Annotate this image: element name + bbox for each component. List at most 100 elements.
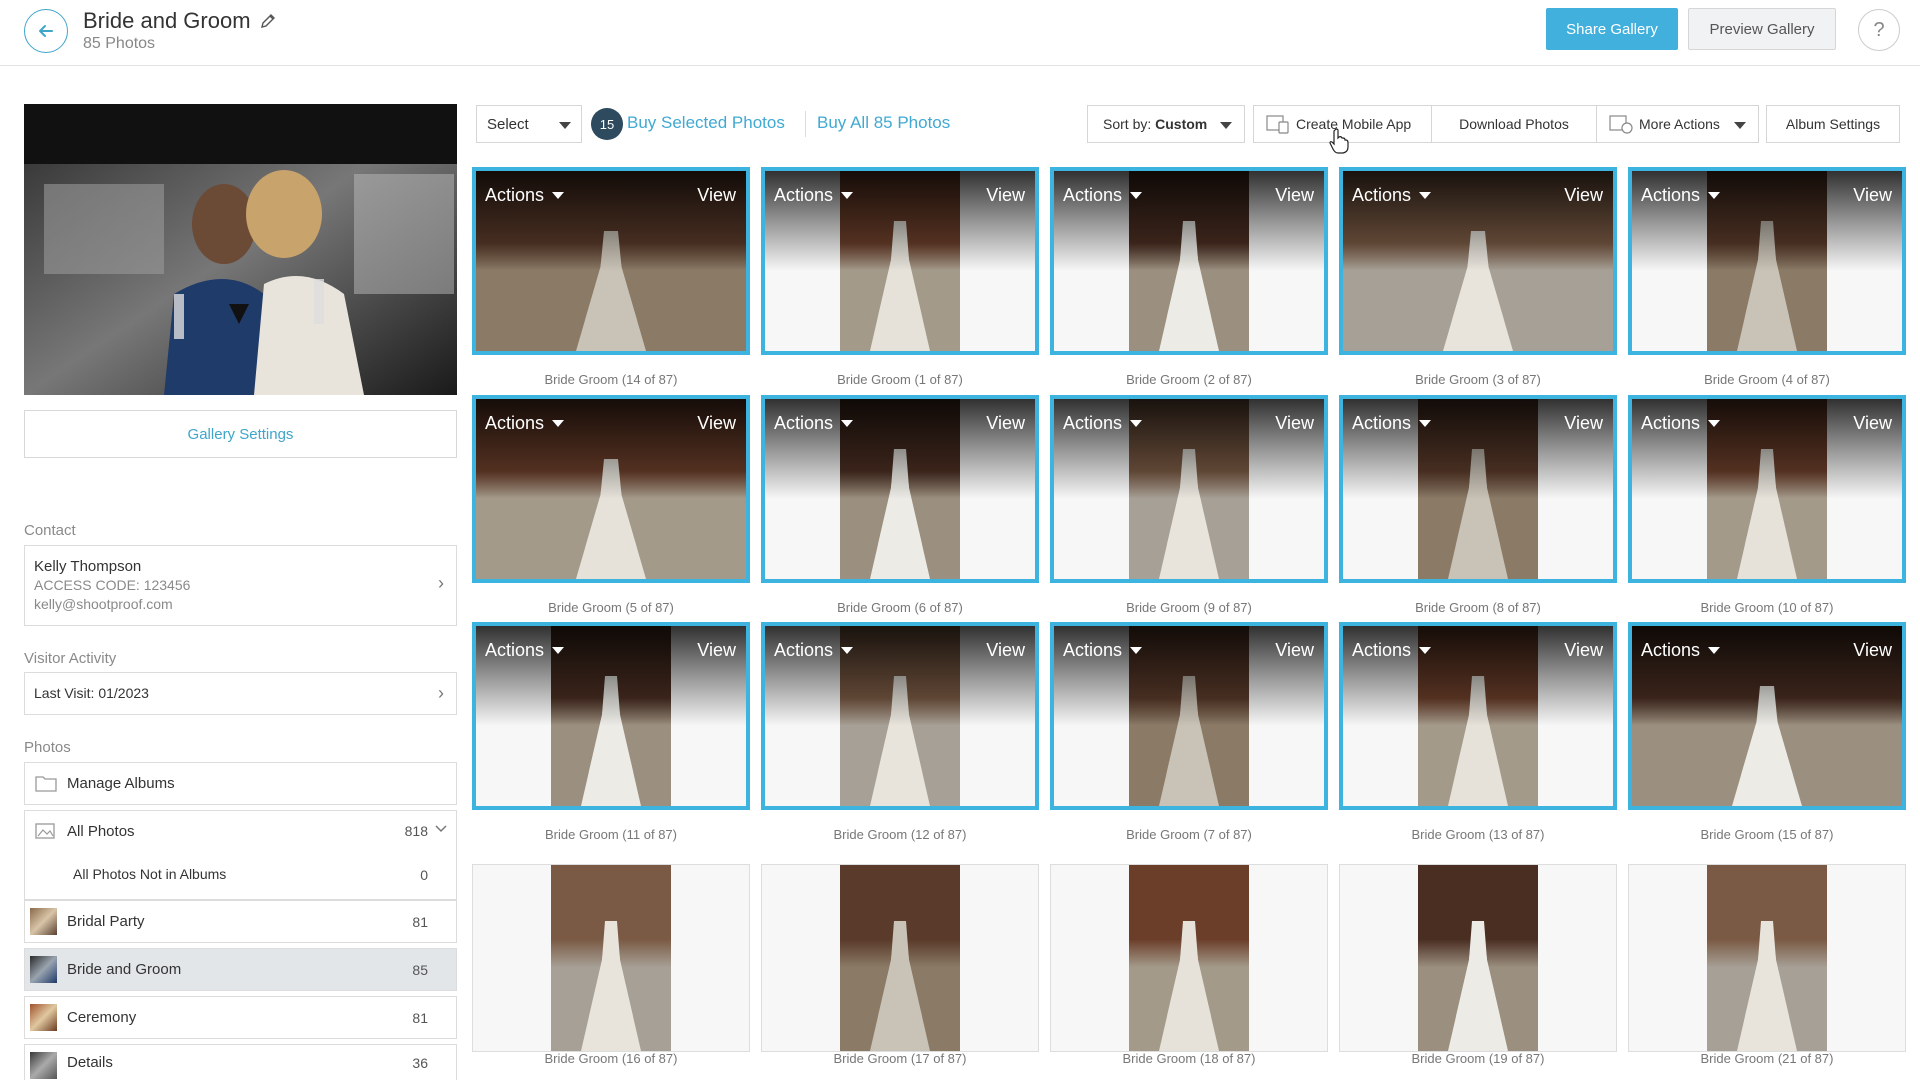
photo-caption: Bride Groom (7 of 87) xyxy=(1126,827,1252,842)
photo-tile[interactable]: Actions View xyxy=(1339,395,1617,583)
photo-tile[interactable] xyxy=(1339,864,1617,1052)
photo-tile[interactable]: Actions View xyxy=(472,395,750,583)
photo-caption: Bride Groom (3 of 87) xyxy=(1415,372,1541,387)
more-actions-icon xyxy=(1609,115,1633,134)
photo-view-link[interactable]: View xyxy=(986,640,1025,661)
photo-image xyxy=(840,865,960,1051)
more-actions-dropdown[interactable]: More Actions xyxy=(1596,105,1759,143)
photo-actions-dropdown[interactable]: Actions xyxy=(774,640,854,661)
photo-tile[interactable] xyxy=(1050,864,1328,1052)
caret-down-icon xyxy=(841,192,854,199)
photo-tile[interactable]: Actions View xyxy=(1339,622,1617,810)
photo-tile[interactable] xyxy=(761,864,1039,1052)
photo-actions-dropdown[interactable]: Actions xyxy=(1063,640,1143,661)
photo-caption: Bride Groom (21 of 87) xyxy=(1700,1051,1834,1066)
photo-tile[interactable]: Actions View xyxy=(1339,167,1617,355)
all-photos-label[interactable]: All Photos xyxy=(67,823,135,840)
photo-tile[interactable]: Actions View xyxy=(1050,167,1328,355)
chevron-down-icon[interactable] xyxy=(434,821,448,839)
caret-down-icon xyxy=(1734,122,1746,129)
album-row-bridal-party[interactable]: Bridal Party 81 xyxy=(24,900,457,943)
photo-view-link[interactable]: View xyxy=(1275,640,1314,661)
photo-view-link[interactable]: View xyxy=(986,185,1025,206)
photo-actions-dropdown[interactable]: Actions xyxy=(1352,640,1432,661)
photo-tile[interactable] xyxy=(1628,864,1906,1052)
photo-tile[interactable]: Actions View xyxy=(472,167,750,355)
selected-count-badge: 15 xyxy=(591,108,623,140)
photo-actions-label: Actions xyxy=(1641,185,1701,205)
caret-down-icon xyxy=(1419,192,1432,199)
photo-actions-dropdown[interactable]: Actions xyxy=(485,413,565,434)
photo-actions-dropdown[interactable]: Actions xyxy=(1641,413,1721,434)
select-dropdown[interactable]: Select xyxy=(476,105,582,143)
photo-caption: Bride Groom (14 of 87) xyxy=(544,372,678,387)
share-gallery-button[interactable]: Share Gallery xyxy=(1546,8,1678,50)
photo-tile[interactable]: Actions View xyxy=(1628,167,1906,355)
photo-actions-dropdown[interactable]: Actions xyxy=(1641,185,1721,206)
photo-tile[interactable]: Actions View xyxy=(761,395,1039,583)
photo-view-link[interactable]: View xyxy=(1853,185,1892,206)
photo-view-link[interactable]: View xyxy=(1275,413,1314,434)
visitor-activity-row[interactable]: Last Visit: 01/2023 › xyxy=(24,672,457,715)
download-photos-button[interactable]: Download Photos xyxy=(1431,105,1596,143)
photo-view-link[interactable]: View xyxy=(1275,185,1314,206)
caret-down-icon xyxy=(552,192,565,199)
photo-actions-dropdown[interactable]: Actions xyxy=(485,640,565,661)
photo-tile[interactable]: Actions View xyxy=(761,622,1039,810)
photo-subject xyxy=(1159,921,1219,1051)
contact-card[interactable]: Kelly Thompson ACCESS CODE: 123456 kelly… xyxy=(24,545,457,626)
buy-all-link[interactable]: Buy All 85 Photos xyxy=(817,113,950,133)
all-photos-count: 818 xyxy=(404,823,428,839)
photos-icon xyxy=(35,823,55,839)
create-mobile-app-label: Create Mobile App xyxy=(1296,116,1412,132)
download-photos-label: Download Photos xyxy=(1459,116,1569,132)
buy-selected-link[interactable]: Buy Selected Photos xyxy=(627,113,785,133)
photo-tile[interactable]: Actions View xyxy=(1050,622,1328,810)
chevron-right-icon: › xyxy=(438,683,444,703)
photo-view-link[interactable]: View xyxy=(1853,413,1892,434)
contact-access-code: ACCESS CODE: 123456 xyxy=(34,577,191,593)
help-button[interactable]: ? xyxy=(1858,9,1900,51)
photo-tile[interactable]: Actions View xyxy=(1050,395,1328,583)
album-settings-button[interactable]: Album Settings xyxy=(1766,105,1900,143)
photo-subject xyxy=(581,921,641,1051)
photo-image xyxy=(1418,865,1538,1051)
photo-actions-dropdown[interactable]: Actions xyxy=(1352,185,1432,206)
photo-view-link[interactable]: View xyxy=(986,413,1025,434)
pencil-icon[interactable] xyxy=(259,12,277,30)
album-label: Details xyxy=(67,1054,113,1071)
photo-actions-dropdown[interactable]: Actions xyxy=(774,413,854,434)
photo-caption: Bride Groom (9 of 87) xyxy=(1126,600,1252,615)
album-row-details[interactable]: Details 36 xyxy=(24,1044,457,1080)
select-label: Select xyxy=(487,115,529,133)
photo-view-link[interactable]: View xyxy=(1853,640,1892,661)
gallery-settings-button[interactable]: Gallery Settings xyxy=(24,410,457,458)
photo-view-link[interactable]: View xyxy=(1564,640,1603,661)
photo-tile[interactable] xyxy=(472,864,750,1052)
manage-albums-row[interactable]: Manage Albums xyxy=(24,762,457,805)
photo-view-link[interactable]: View xyxy=(1564,185,1603,206)
photo-view-link[interactable]: View xyxy=(697,640,736,661)
photo-view-link[interactable]: View xyxy=(697,413,736,434)
photo-actions-dropdown[interactable]: Actions xyxy=(485,185,565,206)
photo-tile[interactable]: Actions View xyxy=(761,167,1039,355)
photo-actions-dropdown[interactable]: Actions xyxy=(774,185,854,206)
not-in-albums-label[interactable]: All Photos Not in Albums xyxy=(73,866,226,882)
preview-gallery-button[interactable]: Preview Gallery xyxy=(1688,8,1836,50)
photo-tile[interactable]: Actions View xyxy=(1628,395,1906,583)
photo-actions-dropdown[interactable]: Actions xyxy=(1063,413,1143,434)
photo-view-link[interactable]: View xyxy=(697,185,736,206)
back-button[interactable] xyxy=(24,9,68,53)
album-row-bride-and-groom[interactable]: Bride and Groom 85 xyxy=(24,948,457,991)
photo-actions-dropdown[interactable]: Actions xyxy=(1063,185,1143,206)
photo-count: 85 Photos xyxy=(83,35,156,52)
photo-tile[interactable]: Actions View xyxy=(472,622,750,810)
album-row-ceremony[interactable]: Ceremony 81 xyxy=(24,996,457,1039)
photo-actions-dropdown[interactable]: Actions xyxy=(1352,413,1432,434)
photo-actions-label: Actions xyxy=(774,413,834,433)
photo-view-link[interactable]: View xyxy=(1564,413,1603,434)
photo-actions-label: Actions xyxy=(1063,185,1123,205)
photo-actions-dropdown[interactable]: Actions xyxy=(1641,640,1721,661)
sort-dropdown[interactable]: Sort by: Custom xyxy=(1087,105,1245,143)
photo-tile[interactable]: Actions View xyxy=(1628,622,1906,810)
